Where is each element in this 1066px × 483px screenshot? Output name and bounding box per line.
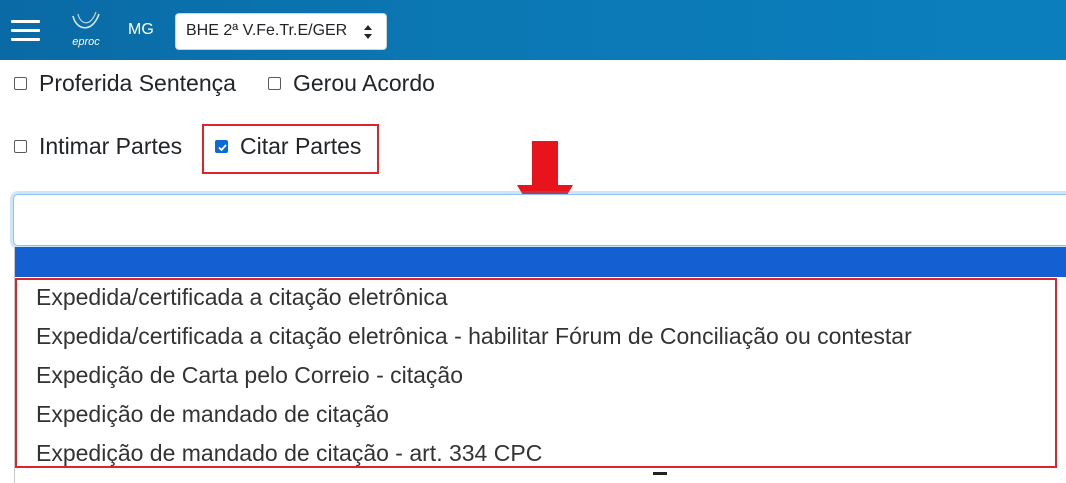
checkbox-box[interactable] [268,77,281,90]
eproc-logo[interactable]: eproc [66,10,106,50]
checkbox-intimar-partes[interactable]: Intimar Partes [14,133,182,160]
checkbox-proferida-sentenca[interactable]: Proferida Sentença [14,70,236,97]
top-navigation-bar: eproc MG BHE 2ª V.Fe.Tr.E/GER [0,0,1066,60]
dropdown-highlighted-option[interactable] [15,247,1066,277]
state-label: MG [128,21,154,38]
hamburger-menu-icon[interactable] [11,20,40,42]
annotation-highlight-box [202,124,379,174]
checkbox-box[interactable] [14,77,27,90]
unit-select-value: BHE 2ª V.Fe.Tr.E/GER [186,22,348,39]
unit-select[interactable]: BHE 2ª V.Fe.Tr.E/GER [175,13,387,50]
annotation-highlight-list [15,278,1057,468]
select-caret-icon [364,25,372,39]
checkbox-label: Gerou Acordo [293,70,435,96]
underlying-content-fragment [653,472,667,475]
checkbox-label: Proferida Sentença [39,70,236,96]
eproc-logo-mark [72,11,100,29]
logo-text: eproc [72,36,100,48]
search-input[interactable] [13,194,1066,246]
checkbox-gerou-acordo[interactable]: Gerou Acordo [268,70,435,97]
checkbox-label: Intimar Partes [39,133,183,159]
checkbox-box[interactable] [14,140,27,153]
